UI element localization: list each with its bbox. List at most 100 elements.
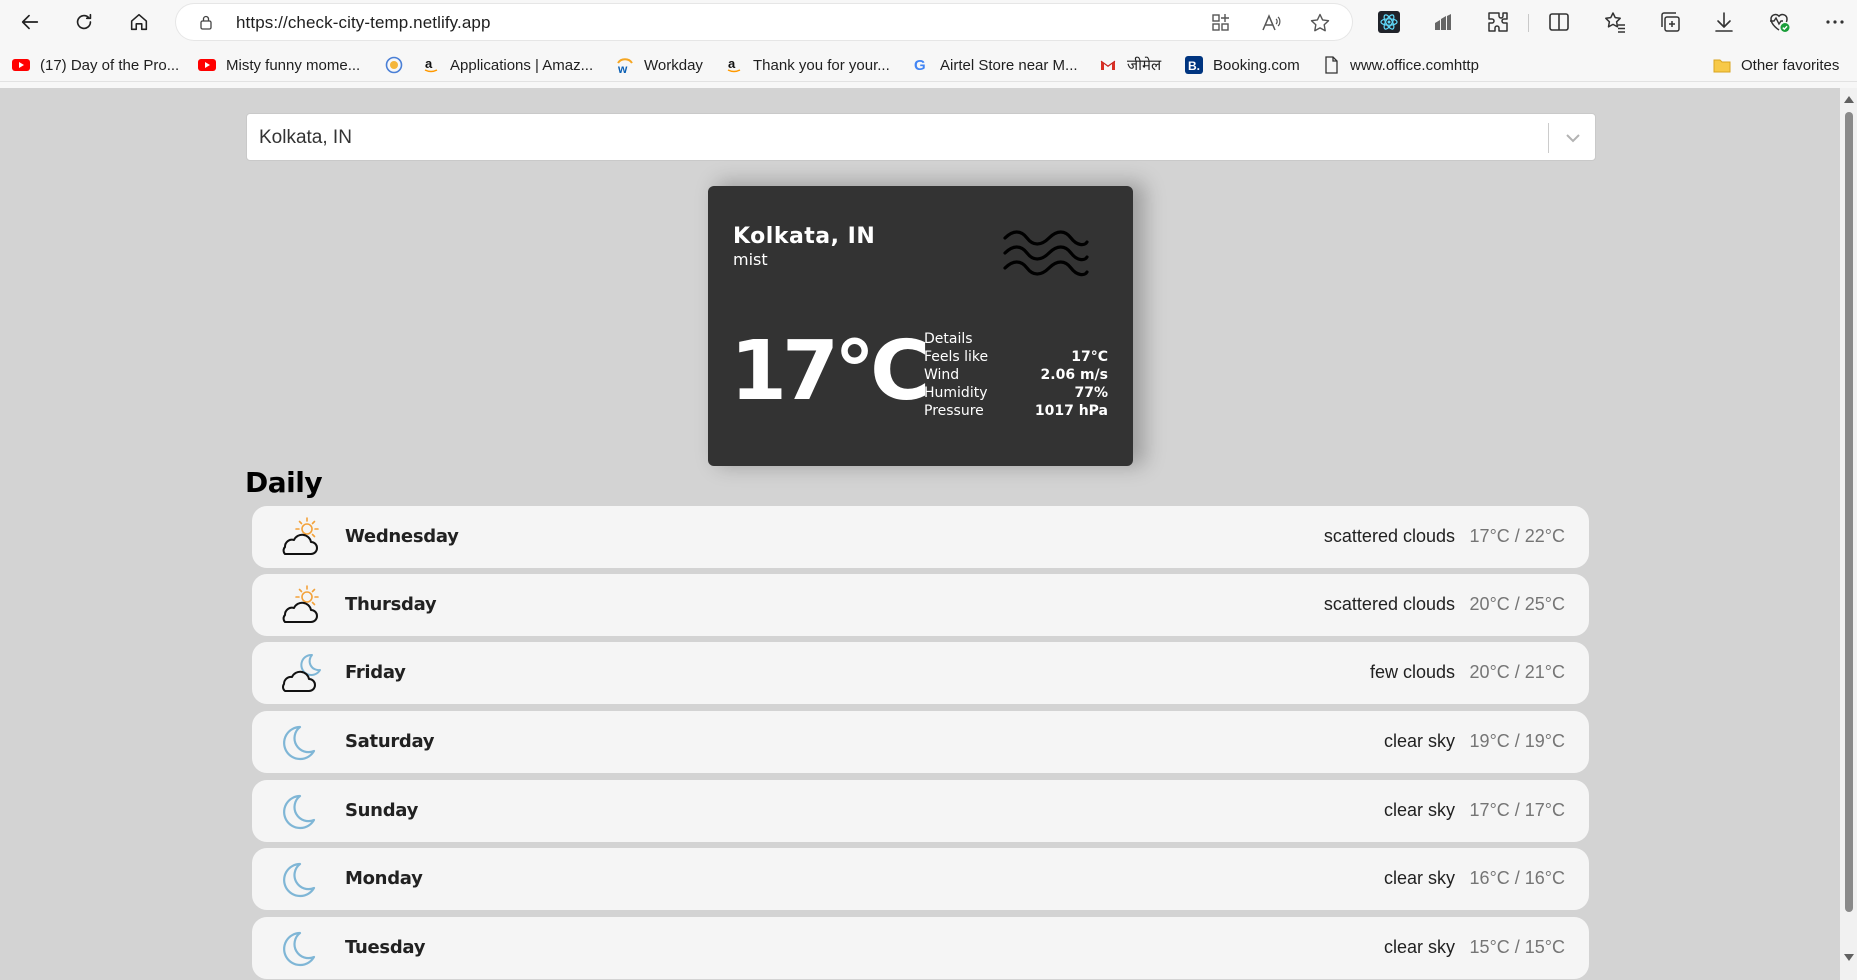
browser-essentials-icon[interactable] bbox=[1766, 9, 1792, 35]
daily-day: Monday bbox=[345, 868, 423, 889]
star-icon[interactable] bbox=[1309, 12, 1331, 34]
bookmark-item[interactable]: a Applications | Amaz... bbox=[422, 54, 593, 76]
svg-text:w: w bbox=[617, 62, 628, 74]
svg-text:a: a bbox=[728, 56, 736, 71]
daily-temp-range: 15°C / 15°C bbox=[1469, 937, 1565, 957]
daily-temp-range: 17°C / 22°C bbox=[1469, 526, 1565, 546]
daily-item[interactable]: Thursday scattered clouds 20°C / 25°C bbox=[252, 574, 1589, 636]
address-bar[interactable]: https://check-city-temp.netlify.app bbox=[176, 4, 1352, 40]
bookmark-label: जीमेल bbox=[1127, 57, 1162, 74]
more-options-icon[interactable] bbox=[1822, 9, 1848, 35]
url-text[interactable]: https://check-city-temp.netlify.app bbox=[236, 13, 491, 33]
detail-row-pressure: Pressure 1017 hPa bbox=[924, 402, 1108, 420]
gmail-icon bbox=[1099, 56, 1117, 74]
browser-toolbar: https://check-city-temp.netlify.app bbox=[0, 0, 1857, 44]
daily-item[interactable]: Saturday clear sky 19°C / 19°C bbox=[252, 711, 1589, 773]
favorites-icon[interactable] bbox=[1602, 9, 1628, 35]
bookmark-label: Workday bbox=[644, 56, 703, 74]
daily-condition: scattered clouds bbox=[1323, 526, 1455, 546]
bookmark-label: (17) Day of the Pro... bbox=[40, 56, 180, 74]
youtube-icon bbox=[12, 56, 30, 74]
bookmark-item[interactable]: (17) Day of the Pro... bbox=[12, 54, 179, 76]
daily-temp-range: 16°C / 16°C bbox=[1469, 868, 1565, 888]
scroll-down-arrow-icon[interactable] bbox=[1844, 954, 1854, 961]
detail-row-humidity: Humidity 77% bbox=[924, 384, 1108, 402]
bookmark-item[interactable] bbox=[385, 54, 413, 76]
bookmark-label: Booking.com bbox=[1213, 56, 1300, 74]
bookmark-item[interactable]: a Thank you for your... bbox=[725, 54, 890, 76]
daily-day: Friday bbox=[345, 662, 406, 683]
chevron-down-icon[interactable] bbox=[1563, 128, 1583, 148]
select-separator bbox=[1548, 123, 1549, 153]
daily-condition: clear sky bbox=[1383, 800, 1455, 820]
city-search-value[interactable]: Kolkata, IN bbox=[259, 127, 352, 149]
bookmark-item[interactable]: Misty funny mome... bbox=[198, 54, 360, 76]
scroll-thumb[interactable] bbox=[1845, 112, 1853, 912]
daily-item[interactable]: Friday few clouds 20°C / 21°C bbox=[252, 642, 1589, 704]
detail-label: Feels like bbox=[924, 349, 989, 365]
daily-day: Wednesday bbox=[345, 526, 459, 547]
collections-icon[interactable] bbox=[1657, 9, 1683, 35]
current-weather-card: Kolkata, IN mist 17°C Details Feels like… bbox=[708, 186, 1133, 466]
read-aloud-icon[interactable] bbox=[1260, 12, 1282, 34]
daily-condition: scattered clouds bbox=[1323, 594, 1455, 614]
moon-icon bbox=[283, 725, 316, 761]
lock-icon bbox=[200, 15, 212, 30]
moon-icon bbox=[283, 794, 316, 830]
daily-temp-range: 20°C / 21°C bbox=[1469, 662, 1565, 682]
download-icon[interactable] bbox=[1711, 9, 1737, 35]
details-title: Details bbox=[924, 331, 973, 347]
toolbar-divider bbox=[1528, 14, 1529, 32]
refresh-icon bbox=[76, 13, 92, 30]
detail-row-wind: Wind 2.06 m/s bbox=[924, 366, 1108, 384]
workday-icon: w bbox=[616, 56, 634, 74]
city-search-select[interactable]: Kolkata, IN bbox=[246, 113, 1596, 161]
current-city: Kolkata, IN bbox=[733, 224, 876, 249]
daily-item[interactable]: Tuesday clear sky 15°C / 15°C bbox=[252, 917, 1589, 979]
cloud-moon-icon bbox=[282, 653, 321, 692]
daily-condition: clear sky bbox=[1383, 868, 1455, 888]
bookmark-label: Misty funny mome... bbox=[226, 56, 361, 74]
daily-condition: clear sky bbox=[1383, 937, 1455, 957]
current-description: mist bbox=[733, 250, 768, 269]
bookmark-label: Thank you for your... bbox=[753, 56, 890, 74]
daily-day: Saturday bbox=[345, 731, 435, 752]
extensions-icon[interactable] bbox=[1485, 9, 1511, 35]
bookmark-item[interactable]: www.office.comhttp bbox=[1322, 54, 1479, 76]
back-button[interactable] bbox=[14, 6, 46, 38]
daily-temp-range: 17°C / 17°C bbox=[1469, 800, 1565, 820]
daily-item[interactable]: Wednesday scattered clouds 17°C / 22°C bbox=[252, 506, 1589, 568]
daily-temp-range: 20°C / 25°C bbox=[1469, 594, 1565, 614]
other-favorites-label: Other favorites bbox=[1741, 56, 1840, 74]
detail-value: 77% bbox=[1074, 385, 1108, 401]
booking-icon: B. bbox=[1185, 56, 1203, 74]
daily-heading: Daily bbox=[245, 466, 323, 499]
current-temperature: 17°C bbox=[730, 324, 930, 419]
daily-temp-range: 19°C / 19°C bbox=[1469, 731, 1565, 751]
svg-text:B.: B. bbox=[1188, 59, 1200, 73]
svg-text:G: G bbox=[914, 57, 926, 74]
bookmark-item[interactable]: जीमेल bbox=[1099, 54, 1161, 76]
daily-condition: few clouds bbox=[1369, 662, 1455, 682]
amazon-icon: a bbox=[725, 56, 743, 74]
daily-item[interactable]: Monday clear sky 16°C / 16°C bbox=[252, 848, 1589, 910]
detail-value: 17°C bbox=[1071, 349, 1108, 365]
page-scrollbar[interactable] bbox=[1840, 88, 1857, 980]
scroll-up-arrow-icon[interactable] bbox=[1844, 96, 1854, 103]
moon-icon bbox=[283, 862, 316, 898]
bookmark-item[interactable]: B. Booking.com bbox=[1185, 54, 1300, 76]
daily-item[interactable]: Sunday clear sky 17°C / 17°C bbox=[252, 780, 1589, 842]
split-screen-icon[interactable] bbox=[1546, 9, 1572, 35]
react-devtools-icon[interactable] bbox=[1376, 9, 1402, 35]
home-button[interactable] bbox=[123, 6, 155, 38]
chart-extension-icon[interactable] bbox=[1430, 9, 1456, 35]
bookmark-item[interactable]: G Airtel Store near M... bbox=[912, 54, 1078, 76]
amazon-icon: a bbox=[422, 56, 440, 74]
cloud-sun-icon bbox=[282, 517, 319, 555]
svg-text:a: a bbox=[425, 56, 433, 71]
refresh-button[interactable] bbox=[68, 6, 100, 38]
other-favorites[interactable]: Other favorites bbox=[1713, 54, 1839, 76]
apps-icon[interactable] bbox=[1210, 12, 1232, 34]
circle-logo-icon bbox=[385, 56, 403, 74]
bookmark-item[interactable]: w Workday bbox=[616, 54, 703, 76]
